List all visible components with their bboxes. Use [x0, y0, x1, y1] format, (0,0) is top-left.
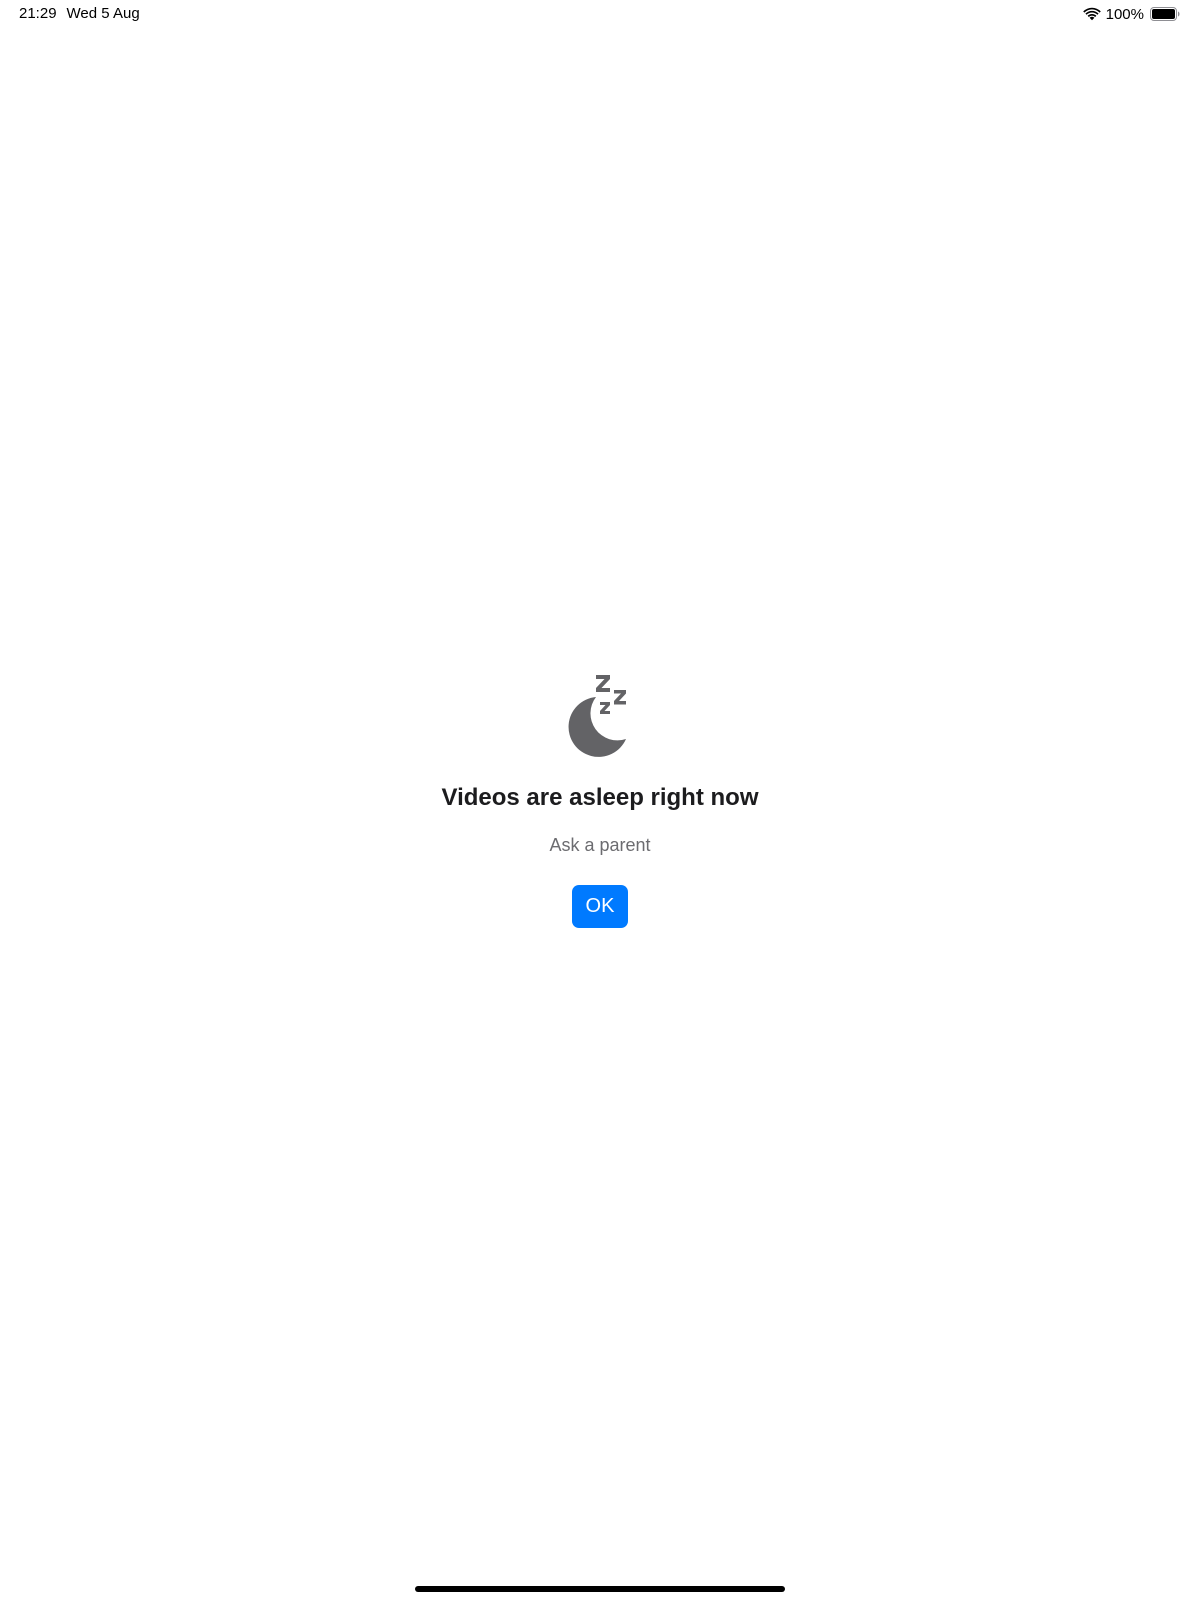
status-right: 100% [1082, 5, 1180, 23]
battery-icon [1150, 7, 1180, 21]
page-title: Videos are asleep right now [441, 784, 759, 811]
status-bar: 21:29 Wed 5 Aug 100% [0, 0, 1200, 30]
status-time: 21:29 [19, 5, 57, 22]
status-date: Wed 5 Aug [66, 5, 140, 22]
subtitle: Ask a parent [549, 835, 651, 855]
battery-percent: 100% [1105, 5, 1144, 23]
ok-button[interactable]: OK [572, 885, 628, 928]
wifi-icon [1082, 7, 1101, 21]
home-indicator[interactable] [415, 1586, 785, 1592]
status-left: 21:29 Wed 5 Aug [19, 5, 140, 22]
moon-zzz-icon [568, 675, 626, 757]
